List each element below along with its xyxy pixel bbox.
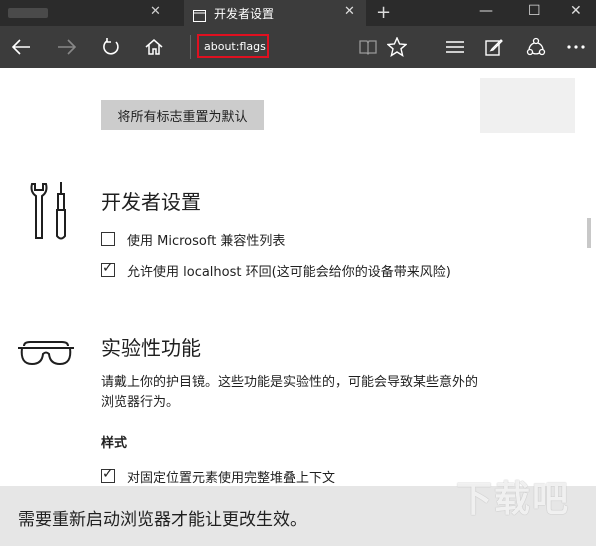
forward-icon[interactable] <box>52 26 82 68</box>
minimize-icon[interactable]: — <box>479 3 493 19</box>
close-icon[interactable]: ✕ <box>150 4 161 19</box>
maximize-icon[interactable]: ☐ <box>528 3 541 19</box>
goggles-icon <box>16 338 76 372</box>
option-compat-list-label: 使用 Microsoft 兼容性列表 <box>127 233 286 249</box>
share-icon[interactable] <box>521 26 551 68</box>
reading-view-icon[interactable] <box>353 26 383 68</box>
flags-page: 将所有标志重置为默认 开发者设置 使用 Microsoft 兼容性列表 允许使用… <box>0 68 596 486</box>
reset-flags-button[interactable]: 将所有标志重置为默认 <box>101 100 264 130</box>
hub-icon[interactable] <box>440 26 470 68</box>
checkbox-localhost-loopback[interactable] <box>101 260 115 277</box>
home-icon[interactable] <box>139 26 169 68</box>
tab-inactive[interactable]: ✕ <box>0 0 182 26</box>
section-label-style: 样式 <box>101 436 128 451</box>
option-compat-list[interactable]: 使用 Microsoft 兼容性列表 <box>101 229 285 249</box>
checkbox-stacking-context[interactable] <box>101 466 115 483</box>
scrollbar-thumb[interactable] <box>587 218 591 248</box>
option-localhost-loopback[interactable]: 允许使用 localhost 环回(这可能会给你的设备带来风险) <box>101 260 451 280</box>
option-localhost-loopback-label: 允许使用 localhost 环回(这可能会给你的设备带来风险) <box>127 264 451 280</box>
developer-settings-heading: 开发者设置 <box>101 190 201 214</box>
web-note-icon[interactable] <box>479 26 509 68</box>
experimental-features-heading: 实验性功能 <box>101 336 201 360</box>
scrollbar[interactable] <box>584 68 594 486</box>
tools-icon <box>28 180 72 246</box>
close-icon[interactable]: ✕ <box>570 3 582 19</box>
address-url: about:flags <box>204 40 266 53</box>
close-icon[interactable]: ✕ <box>344 4 355 19</box>
blurred-area <box>480 78 575 133</box>
divider <box>190 35 191 59</box>
more-icon[interactable] <box>561 26 591 68</box>
option-stacking-context[interactable]: 对固定位置元素使用完整堆叠上下文 <box>101 466 335 486</box>
address-bar[interactable]: about:flags <box>197 34 269 58</box>
option-stacking-context-label: 对固定位置元素使用完整堆叠上下文 <box>127 470 336 486</box>
tab-title: 开发者设置 <box>214 7 275 21</box>
page-icon <box>193 7 206 26</box>
tab-title-blurred <box>8 8 48 18</box>
watermark: 下载吧 <box>456 479 571 520</box>
title-bar: ✕ 开发者设置 ✕ + — ☐ ✕ <box>0 0 596 26</box>
favorite-star-icon[interactable] <box>382 26 412 68</box>
tab-active[interactable]: 开发者设置 ✕ <box>184 0 366 26</box>
nav-bar <box>0 26 596 68</box>
plus-icon[interactable]: + <box>376 2 391 23</box>
experimental-description: 请戴上你的护目镜。这些功能是实验性的，可能会导致某些意外的浏览器行为。 <box>101 375 479 410</box>
checkbox-compat-list[interactable] <box>101 232 115 246</box>
restart-notification-text: 需要重新启动浏览器才能让更改生效。 <box>18 510 307 530</box>
back-icon[interactable] <box>6 26 36 68</box>
refresh-icon[interactable] <box>96 26 126 68</box>
